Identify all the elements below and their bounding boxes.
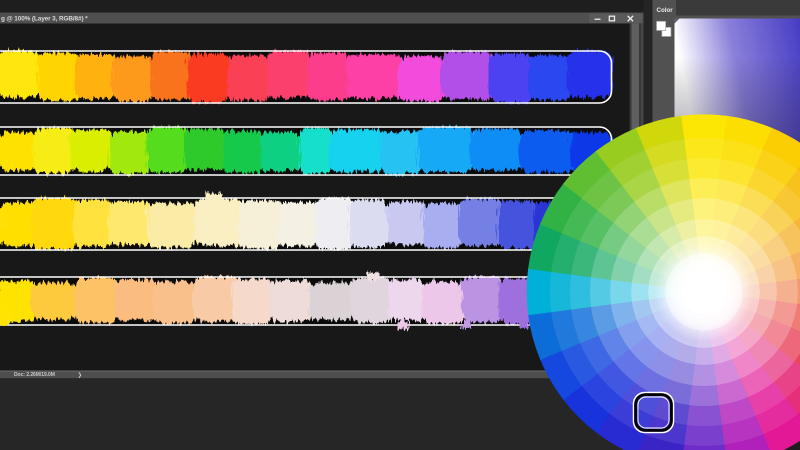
svg-text:Color: Color xyxy=(657,7,674,14)
svg-text:Doc: 2.26M/19.0M: Doc: 2.26M/19.0M xyxy=(14,372,55,378)
svg-text:g @ 100% (Layer 3, RGB/8#) *: g @ 100% (Layer 3, RGB/8#) * xyxy=(1,15,88,22)
svg-text:❯: ❯ xyxy=(78,372,83,378)
